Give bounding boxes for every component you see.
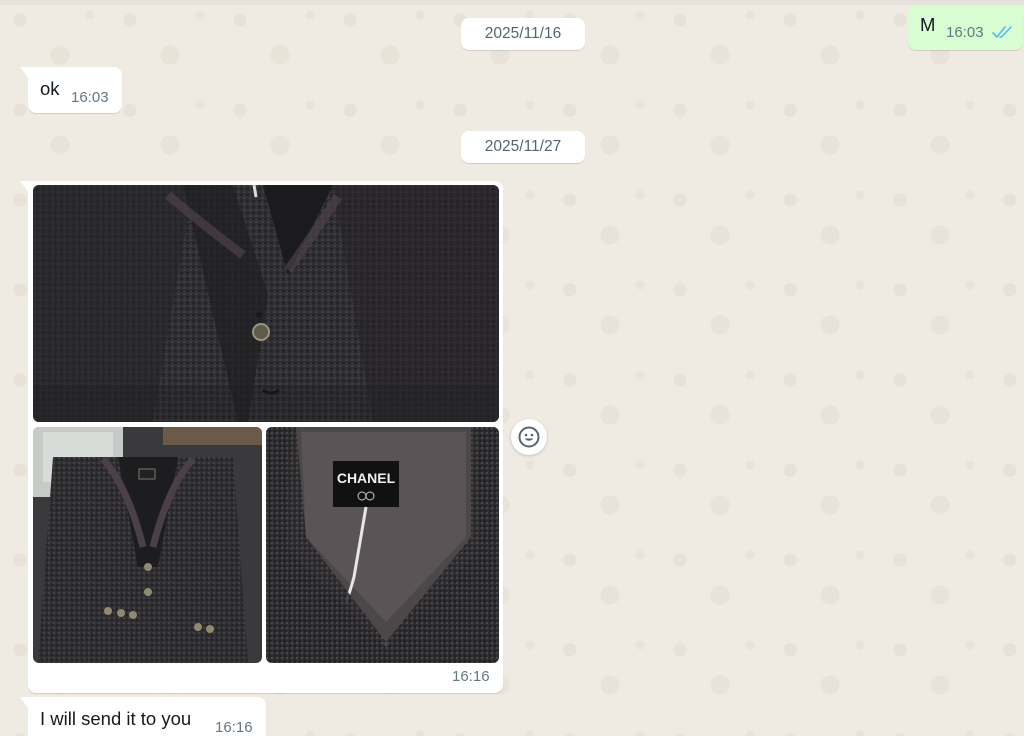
- message-time: 16:03: [71, 89, 109, 106]
- top-edge: [0, 0, 1024, 5]
- chanel-label-photo[interactable]: CHANEL: [266, 427, 499, 663]
- message-text: ok: [40, 78, 60, 99]
- bubble-tail: [20, 67, 29, 79]
- bubble-tail: [20, 697, 29, 709]
- message-time: 16:16: [452, 668, 490, 685]
- outgoing-message-bubble[interactable]: M 16:03: [908, 6, 1024, 50]
- bubble-tail: [20, 181, 29, 193]
- incoming-message-bubble[interactable]: I will send it to you 16:16: [20, 697, 266, 736]
- date-separator: 2025/11/16: [461, 18, 585, 50]
- double-check-read-icon: [992, 25, 1014, 44]
- jacket-front-photo[interactable]: [33, 185, 499, 422]
- message-text: M: [920, 14, 936, 35]
- jacket-full-photo[interactable]: [33, 427, 262, 663]
- date-separator: 2025/11/27: [461, 131, 585, 163]
- brand-label-text: CHANEL: [337, 470, 396, 486]
- image-album-bubble[interactable]: CHANEL 16:16: [20, 181, 503, 693]
- incoming-message-bubble[interactable]: ok 16:03: [20, 67, 122, 113]
- emoji-smile-icon[interactable]: [511, 419, 547, 455]
- message-time: 16:16: [215, 719, 253, 736]
- message-text: I will send it to you: [40, 708, 192, 729]
- message-time: 16:03: [946, 24, 984, 41]
